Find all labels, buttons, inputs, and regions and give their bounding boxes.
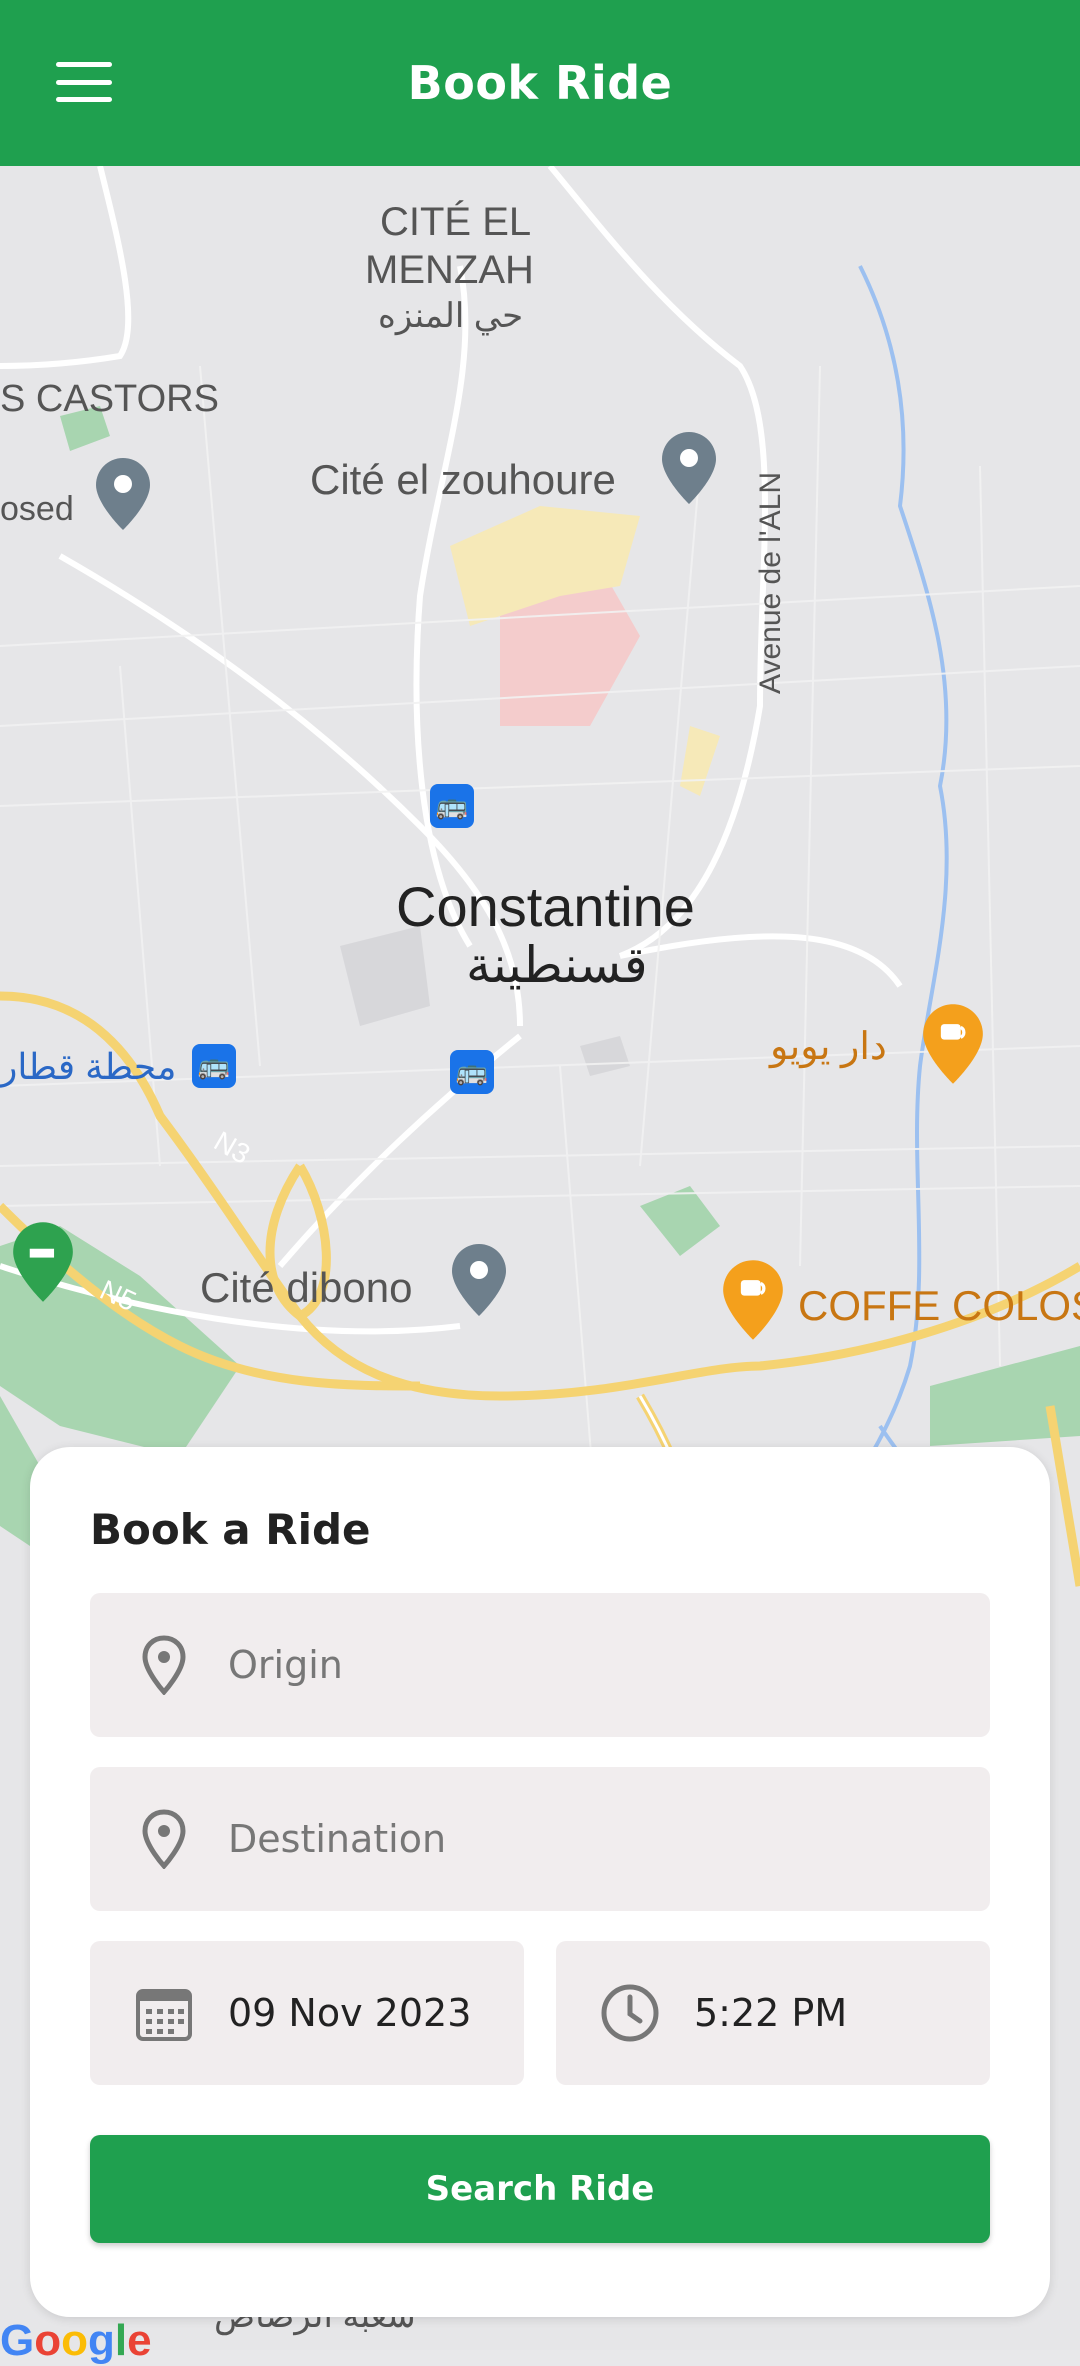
bus-stop-icon[interactable]: 🚌 (450, 1050, 494, 1094)
cafe-pin-icon[interactable] (920, 1002, 986, 1086)
bus-stop-icon[interactable]: 🚌 (430, 784, 474, 828)
map-label-menzah: MENZAH (365, 248, 534, 292)
map-label-castors: S CASTORS (0, 378, 219, 420)
search-ride-button[interactable]: Search Ride (90, 2135, 990, 2243)
origin-placeholder: Origin (228, 1643, 343, 1687)
booking-card: Book a Ride Origin Destination 09 Nov 20… (30, 1447, 1050, 2317)
map-label-dar-yoyo: دار يويو (770, 1026, 887, 1068)
time-field[interactable]: 5:22 PM (556, 1941, 990, 2085)
location-pin-icon (134, 1635, 194, 1695)
calendar-icon (134, 1983, 194, 2043)
date-value: 09 Nov 2023 (228, 1991, 472, 2035)
destination-field[interactable]: Destination (90, 1767, 990, 1911)
map-label-coffe: COFFE COLOS (798, 1282, 1080, 1329)
map-label-city: Constantine (396, 875, 695, 938)
cafe-pin-icon[interactable] (720, 1258, 786, 1342)
map-label-zouhoure: Cité el zouhoure (310, 456, 616, 503)
map-label-avenue: Avenue de l'ALN (754, 472, 787, 694)
map-label-city-ar: قسنطينة (466, 937, 648, 993)
date-field[interactable]: 09 Nov 2023 (90, 1941, 524, 2085)
park-pin-icon[interactable] (10, 1220, 76, 1304)
destination-placeholder: Destination (228, 1817, 447, 1861)
map-pin-icon[interactable] (660, 430, 718, 506)
app-bar: Book Ride (0, 0, 1080, 166)
google-logo: Google (0, 2316, 152, 2365)
map-label-station-ar: محطة قطار (0, 1046, 177, 1087)
hamburger-menu-icon[interactable] (56, 62, 112, 102)
clock-icon (600, 1983, 660, 2043)
bus-stop-icon[interactable]: 🚌 (192, 1044, 236, 1088)
map-label-menzah-ar: حي المنزه (378, 297, 524, 335)
map-label-dibono: Cité dibono (200, 1264, 413, 1311)
map-label-closed: osed (0, 490, 74, 528)
booking-card-title: Book a Ride (90, 1505, 371, 1554)
time-value: 5:22 PM (694, 1991, 848, 2035)
page-title: Book Ride (407, 56, 673, 110)
map-pin-icon[interactable] (450, 1242, 508, 1318)
map-label-cite-el: CITÉ EL (380, 200, 532, 244)
location-pin-icon (134, 1809, 194, 1869)
map-pin-icon[interactable] (94, 456, 152, 532)
origin-field[interactable]: Origin (90, 1593, 990, 1737)
